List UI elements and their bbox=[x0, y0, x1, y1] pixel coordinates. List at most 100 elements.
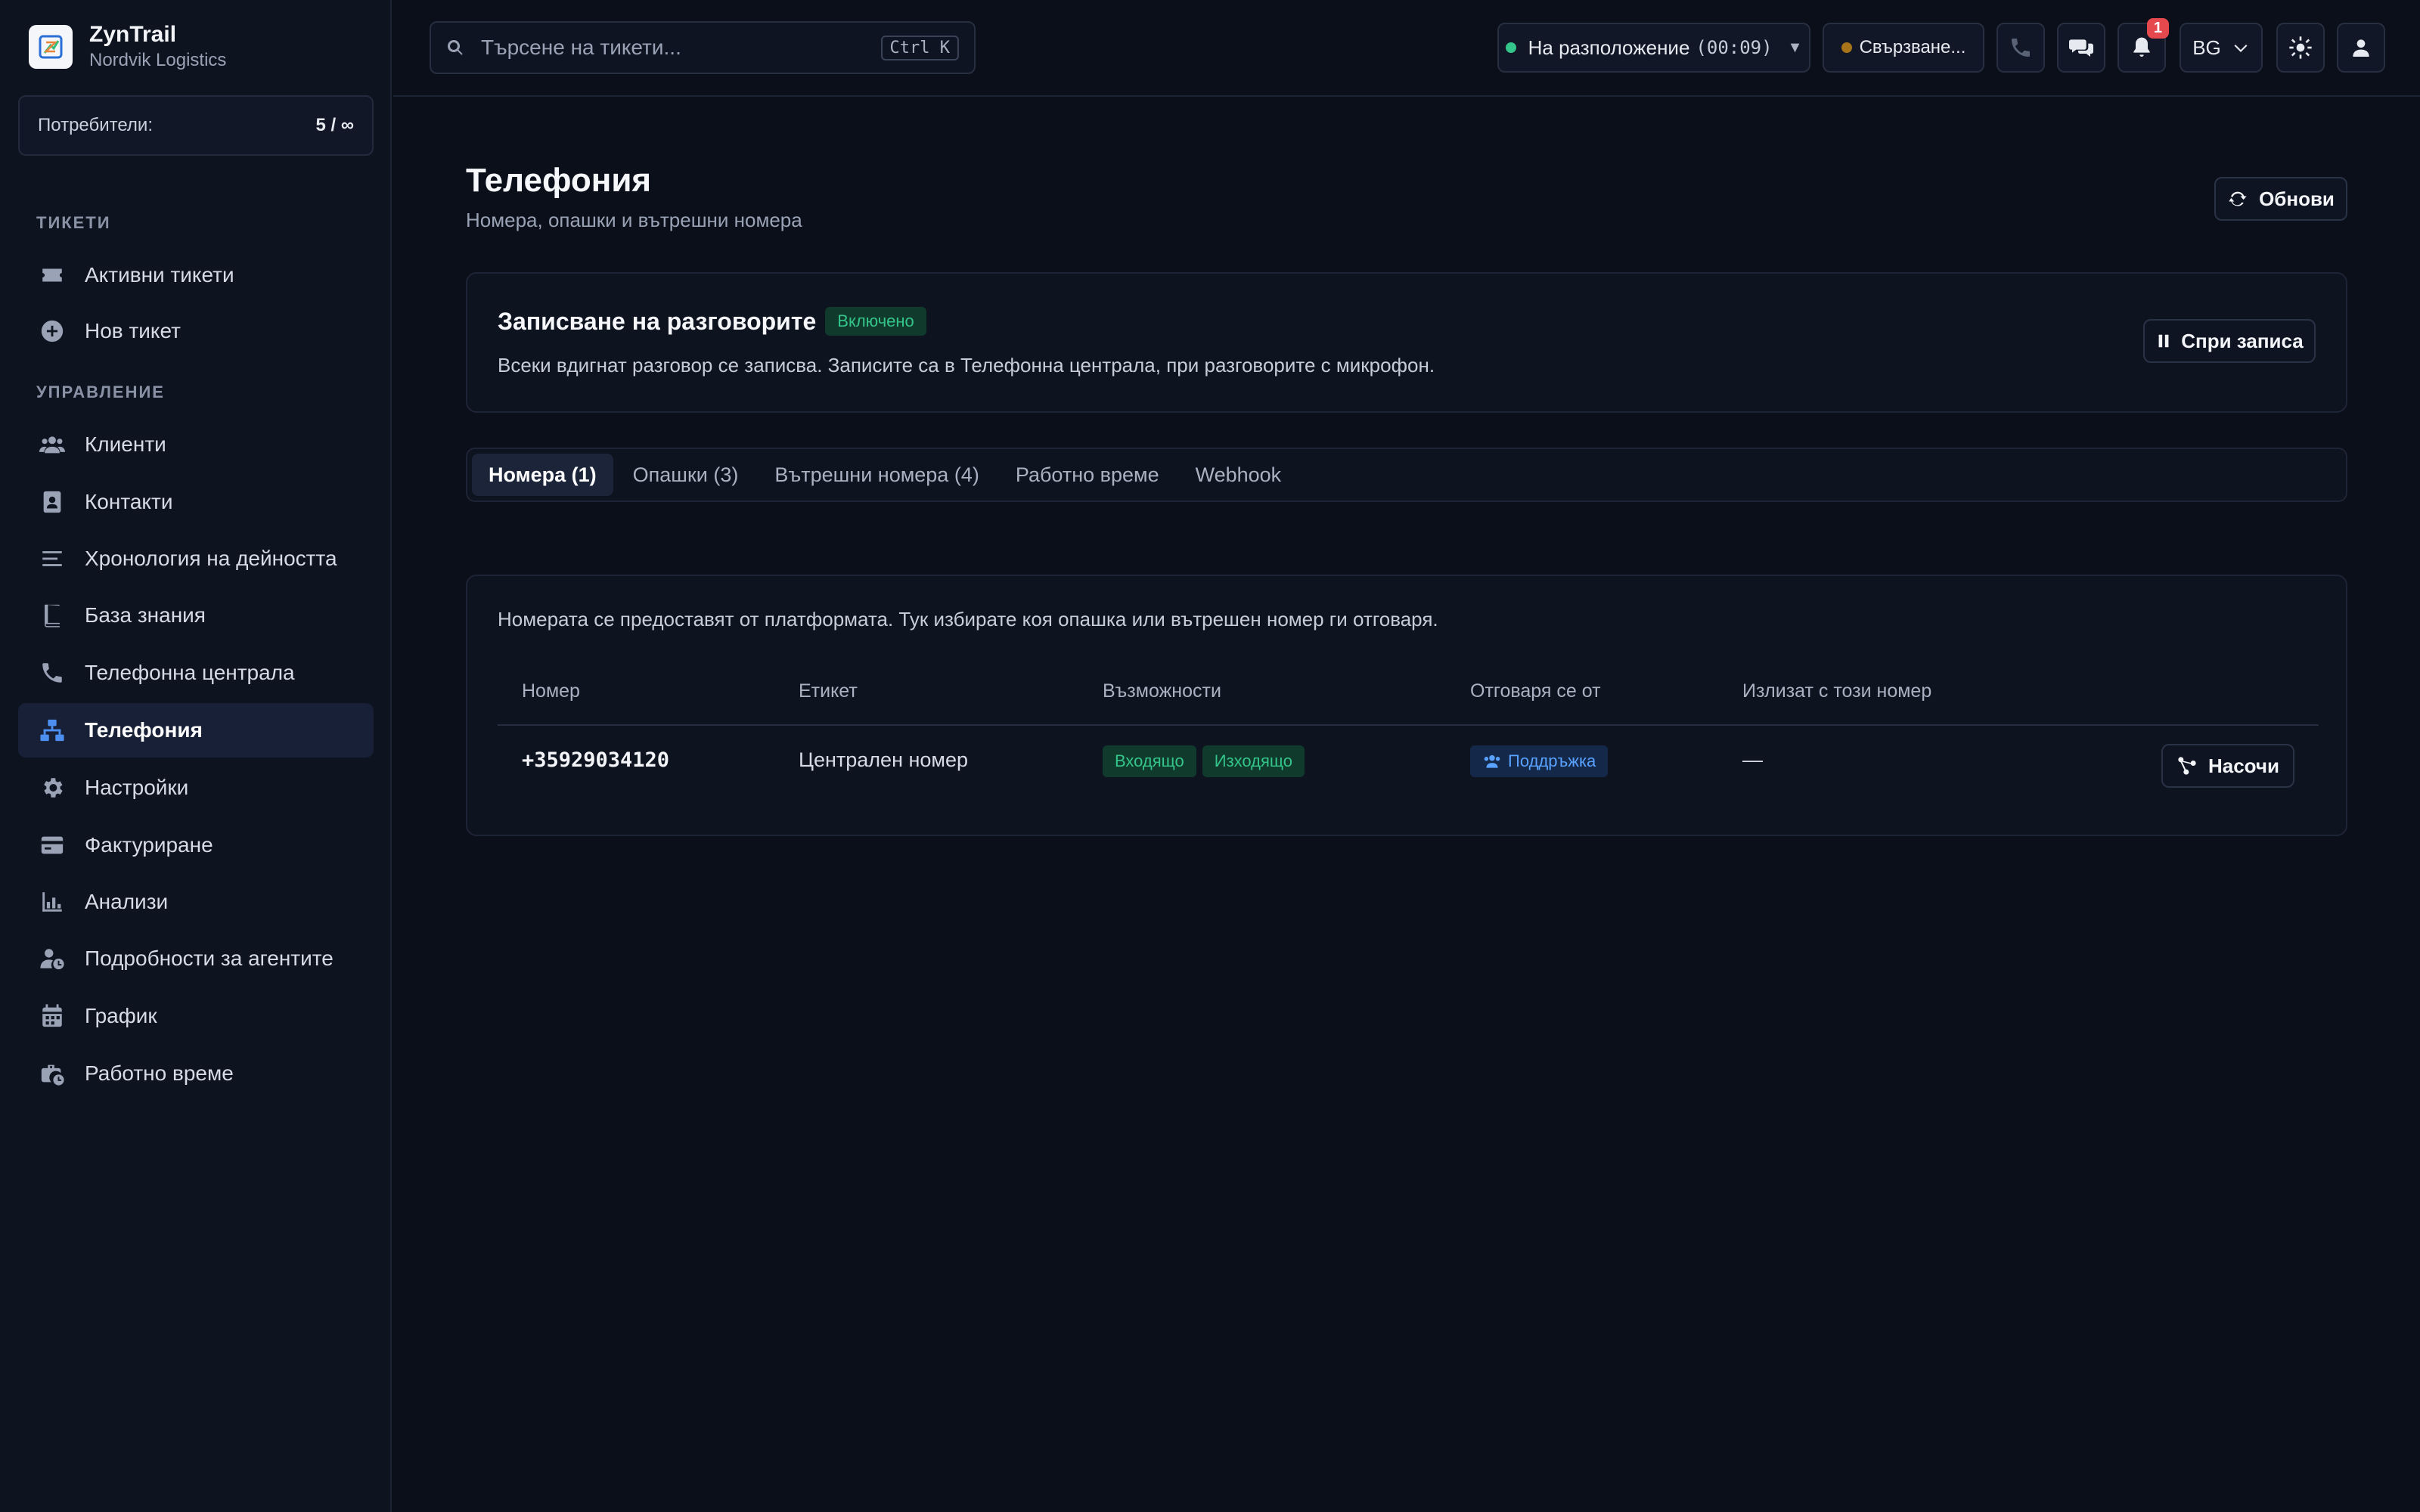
pause-icon bbox=[2158, 334, 2169, 348]
user-icon bbox=[2353, 39, 2369, 57]
tab-webhook[interactable]: Webhook bbox=[1179, 454, 1298, 496]
sidebar-item-label: Анализи bbox=[85, 890, 169, 913]
connection-status[interactable]: Свързване... bbox=[1823, 23, 1984, 73]
search-shortcut: Ctrl K bbox=[880, 35, 959, 60]
language-select[interactable]: BG bbox=[2180, 23, 2263, 73]
sun-icon bbox=[2289, 36, 2312, 59]
page-subtitle: Номера, опашки и вътрешни номера bbox=[466, 209, 802, 231]
connection-dot bbox=[1841, 42, 1852, 53]
sidebar-item-telephony[interactable]: Телефония bbox=[18, 703, 374, 758]
sidebar: ZynTrail Nordvik Logistics Потребители: … bbox=[0, 0, 392, 1512]
table-header: Номер Етикет Възможности Отговаря се от … bbox=[498, 673, 2319, 726]
users-value: 5 / ∞ bbox=[315, 115, 354, 135]
sidebar-item-label: Фактуриране bbox=[85, 833, 213, 857]
language-value: BG bbox=[2192, 36, 2221, 59]
search-input[interactable]: Търсене на тикети... Ctrl K bbox=[430, 21, 976, 74]
status-dot bbox=[1505, 42, 1516, 53]
answered-by-label: Поддръжка bbox=[1508, 751, 1596, 770]
refresh-button[interactable]: Обнови bbox=[2214, 177, 2347, 221]
sidebar-item-settings[interactable]: Настройки bbox=[18, 761, 374, 815]
number-label: Централен номер bbox=[799, 748, 969, 771]
list-icon bbox=[38, 544, 67, 573]
users-icon bbox=[38, 430, 67, 459]
contact-card-icon bbox=[38, 488, 67, 516]
refresh-icon bbox=[2229, 191, 2247, 206]
search-icon bbox=[447, 39, 463, 55]
outbound-value: — bbox=[1742, 748, 1763, 771]
ticket-icon bbox=[38, 261, 67, 290]
theme-toggle[interactable] bbox=[2276, 23, 2325, 73]
bar-chart-icon bbox=[38, 888, 67, 916]
chevron-down-icon: ▼ bbox=[1787, 39, 1803, 56]
tab-queues[interactable]: Опашки (3) bbox=[616, 454, 755, 496]
sidebar-item-label: Нов тикет bbox=[85, 319, 181, 342]
sidebar-item-contacts[interactable]: Контакти bbox=[18, 475, 374, 529]
chevron-down-icon bbox=[2234, 45, 2248, 52]
numbers-card: Номерата се предоставят от платформата. … bbox=[466, 575, 2347, 836]
brand-name: ZynTrail bbox=[89, 22, 177, 47]
profile-button[interactable] bbox=[2337, 23, 2385, 73]
tab-working-hours[interactable]: Работно време bbox=[999, 454, 1176, 496]
telephony-tabs: Номера (1) Опашки (3) Вътрешни номера (4… bbox=[466, 448, 2347, 502]
sidebar-item-label: Работно време bbox=[85, 1061, 234, 1085]
sidebar-item-label: Клиенти bbox=[85, 432, 166, 456]
status-label: На разположение bbox=[1528, 36, 1690, 59]
notifications-button[interactable]: 1 bbox=[2118, 18, 2169, 73]
phone-number: +35929034120 bbox=[522, 748, 670, 772]
sidebar-item-active-tickets[interactable]: Активни тикети bbox=[18, 248, 374, 302]
answered-by-badge[interactable]: Поддръжка bbox=[1470, 745, 1609, 777]
recording-status-badge: Включено bbox=[825, 307, 926, 336]
column-header-answered-by: Отговаря се от bbox=[1470, 680, 1601, 702]
sidebar-item-new-ticket[interactable]: Нов тикет bbox=[18, 304, 374, 358]
status-timer: (00:09) bbox=[1696, 37, 1773, 58]
availability-status-dropdown[interactable]: На разположение (00:09) ▼ bbox=[1497, 23, 1810, 73]
sidebar-item-label: Настройки bbox=[85, 776, 189, 799]
tab-numbers[interactable]: Номера (1) bbox=[472, 454, 613, 496]
call-button[interactable] bbox=[1996, 23, 2045, 73]
capabilities: Входящо Изходящо bbox=[1103, 745, 1311, 777]
brand[interactable]: ZynTrail Nordvik Logistics bbox=[29, 21, 226, 73]
sidebar-item-label: Телефонна централа bbox=[85, 661, 295, 684]
topbar: Търсене на тикети... Ctrl K На разположе… bbox=[393, 0, 2420, 97]
column-header-capabilities: Възможности bbox=[1103, 680, 1221, 702]
network-icon bbox=[38, 716, 67, 745]
calendar-icon bbox=[38, 1002, 67, 1030]
notifications-badge: 1 bbox=[2146, 18, 2169, 39]
numbers-description: Номерата се предоставят от платформата. … bbox=[498, 608, 1438, 631]
section-manage: УПРАВЛЕНИЕ bbox=[36, 383, 165, 401]
sidebar-item-activity[interactable]: Хронология на дейността bbox=[18, 531, 374, 586]
gear-icon bbox=[38, 773, 67, 802]
bell-icon bbox=[2133, 37, 2150, 57]
table-row: +35929034120 Централен номер Входящо Изхо… bbox=[498, 726, 2319, 806]
sidebar-item-billing[interactable]: Фактуриране bbox=[18, 818, 374, 872]
sidebar-item-label: Подробности за агентите bbox=[85, 947, 334, 970]
sidebar-item-pbx[interactable]: Телефонна централа bbox=[18, 646, 374, 700]
recording-card: Записване на разговорите Включено Всеки … bbox=[466, 272, 2347, 413]
capability-inbound-badge: Входящо bbox=[1103, 745, 1196, 777]
chat-icon bbox=[2069, 39, 2093, 57]
sidebar-item-working-hours[interactable]: Работно време bbox=[18, 1046, 374, 1101]
page-title: Телефония bbox=[466, 162, 652, 199]
route-button[interactable]: Насочи bbox=[2161, 744, 2294, 788]
sidebar-item-analytics[interactable]: Анализи bbox=[18, 875, 374, 929]
users-quota: Потребители: 5 / ∞ bbox=[18, 95, 374, 156]
sidebar-item-clients[interactable]: Клиенти bbox=[18, 417, 374, 472]
brand-logo-icon bbox=[29, 25, 73, 69]
user-clock-icon bbox=[38, 944, 67, 973]
sidebar-item-label: База знания bbox=[85, 603, 206, 627]
recording-title: Записване на разговорите bbox=[498, 307, 817, 335]
sidebar-item-schedule[interactable]: График bbox=[18, 989, 374, 1043]
sidebar-item-agent-details[interactable]: Подробности за агентите bbox=[18, 931, 374, 986]
sidebar-item-label: Контакти bbox=[85, 490, 173, 513]
sidebar-item-knowledge-base[interactable]: База знания bbox=[18, 588, 374, 643]
stop-recording-button[interactable]: Спри записа bbox=[2143, 319, 2316, 363]
column-header-number: Номер bbox=[522, 680, 580, 702]
chat-button[interactable] bbox=[2057, 23, 2105, 73]
tab-extensions[interactable]: Вътрешни номера (4) bbox=[758, 454, 995, 496]
connection-label: Свързване... bbox=[1859, 37, 1966, 57]
route-label: Насочи bbox=[2207, 754, 2279, 777]
answered-by: Поддръжка bbox=[1470, 745, 1609, 777]
stop-recording-label: Спри записа bbox=[2181, 329, 2304, 352]
sidebar-item-label: Активни тикети bbox=[85, 263, 234, 287]
search-placeholder: Търсене на тикети... bbox=[481, 36, 681, 59]
